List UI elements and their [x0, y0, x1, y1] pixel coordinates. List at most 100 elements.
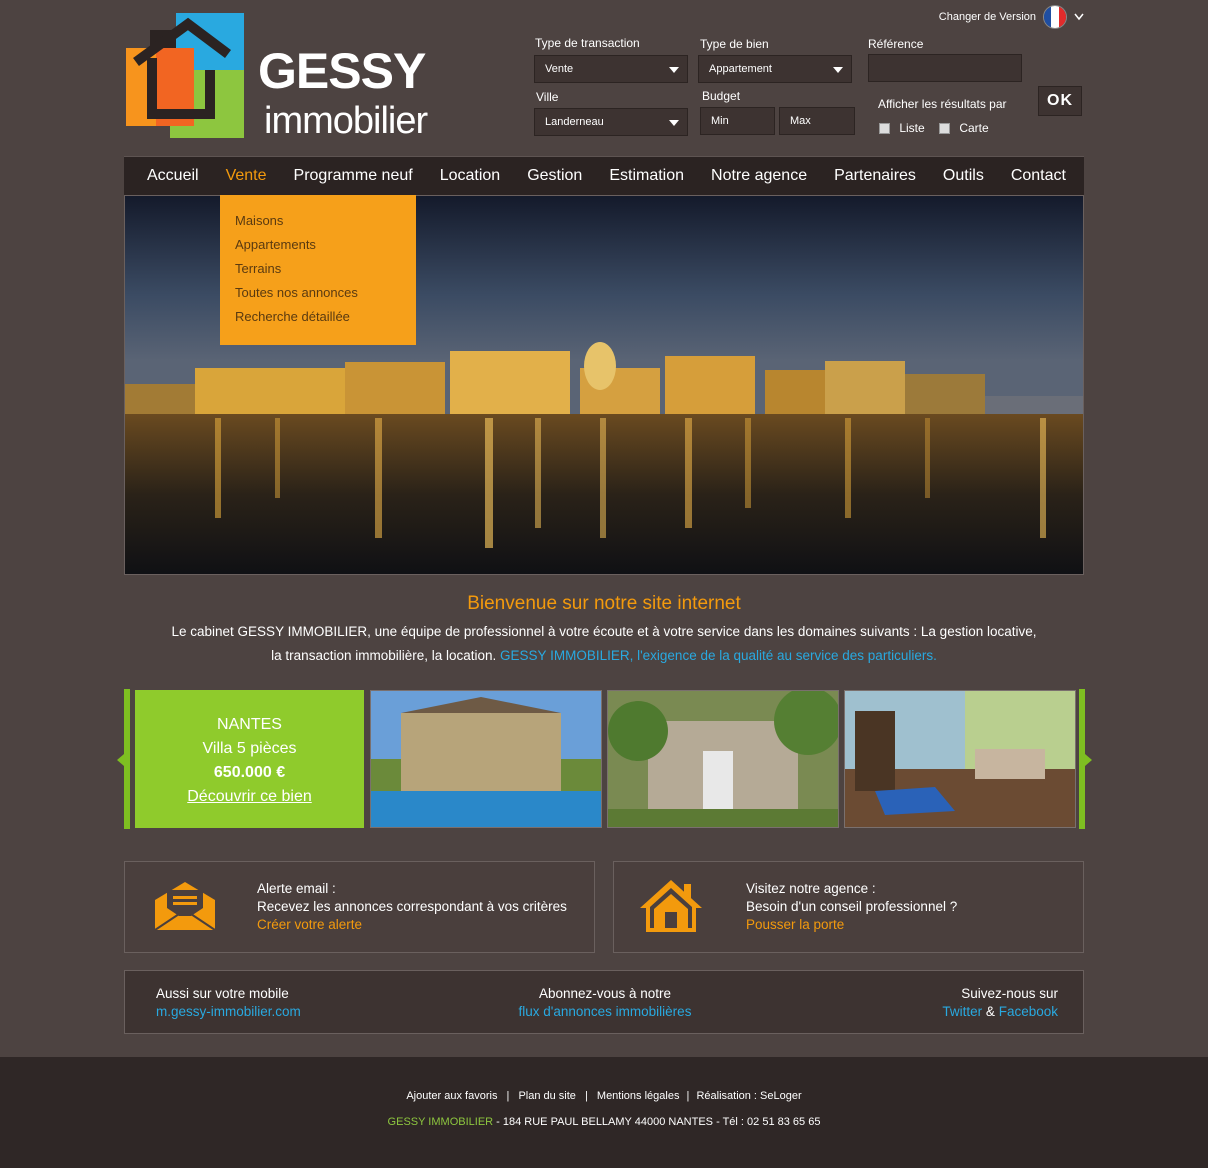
- budget-min-input[interactable]: Min: [700, 107, 775, 135]
- list-label: Liste: [899, 121, 925, 135]
- search-submit-button[interactable]: OK: [1038, 86, 1082, 116]
- social-amp: &: [985, 1004, 995, 1019]
- french-flag-icon: [1044, 6, 1066, 28]
- nav-item-outils[interactable]: Outils: [943, 167, 984, 185]
- site-logo[interactable]: GESSY immobilier: [124, 10, 436, 150]
- footer-link-favoris[interactable]: Ajouter aux favoris: [406, 1090, 497, 1102]
- welcome-title: Bienvenue sur notre site internet: [467, 593, 741, 614]
- transaction-type-value: Vente: [545, 63, 574, 75]
- welcome-slogan-link[interactable]: GESSY IMMOBILIER, l'exigence de la quali…: [500, 648, 937, 663]
- transaction-type-select[interactable]: Vente: [534, 55, 688, 83]
- nav-item-contact: Contact: [1010, 167, 1066, 184]
- property-type-select[interactable]: Appartement: [698, 55, 852, 83]
- welcome-line-1: Le cabinet GESSY IMMOBILIER, une équipe …: [171, 624, 1037, 639]
- reference-input[interactable]: [868, 54, 1022, 82]
- visit-agency-title: Visitez notre agence :: [746, 881, 876, 896]
- visit-agency-link[interactable]: Pousser la porte: [746, 916, 957, 934]
- dropdown-arrow-icon: [833, 67, 843, 73]
- transaction-type-label: Type de transaction: [535, 36, 640, 50]
- dropdown-item-appartements[interactable]: Appartements: [220, 237, 416, 261]
- email-alert-title: Alerte email :: [257, 881, 336, 896]
- logo-text-immobilier: immobilier: [264, 100, 428, 142]
- house-icon: [640, 880, 702, 932]
- nav-item-vente[interactable]: Vente: [226, 167, 267, 185]
- mobile-label: Aussi sur votre mobile: [156, 986, 289, 1001]
- map-view-option[interactable]: Carte: [939, 121, 989, 135]
- carousel-prev-arrow-icon[interactable]: [117, 754, 124, 766]
- main-nav: Accueil Vente Programme neuf Location Ge…: [124, 156, 1084, 195]
- email-alert-text: Alerte email : Recevez les annonces corr…: [257, 880, 567, 934]
- footer-separator: |: [506, 1090, 510, 1102]
- version-switcher[interactable]: Changer de Version: [939, 6, 1084, 28]
- welcome-text: Le cabinet GESSY IMMOBILIER, une équipe …: [0, 620, 1208, 668]
- chevron-down-icon: [1074, 13, 1084, 21]
- visit-agency-description: Besoin d'un conseil professionnel ?: [746, 899, 958, 914]
- bottom-info-bar: Aussi sur votre mobile m.gessy-immobilie…: [124, 970, 1084, 1034]
- featured-city: NANTES: [217, 716, 282, 733]
- featured-price: 650.000 €: [213, 764, 286, 781]
- dropdown-arrow-icon: [669, 67, 679, 73]
- carousel-next-arrow-icon[interactable]: [1085, 754, 1092, 766]
- rss-feed-link[interactable]: flux d'annonces immobilières: [455, 1003, 755, 1021]
- dropdown-item-terrains[interactable]: Terrains: [220, 261, 416, 285]
- property-thumb-living-room[interactable]: [844, 690, 1076, 828]
- rss-label: Abonnez-vous à notre: [538, 986, 672, 1001]
- social-links: Twitter & Facebook: [942, 1003, 1058, 1021]
- nav-item-accueil[interactable]: Accueil: [147, 167, 199, 185]
- display-results-label: Afficher les résultats par: [878, 97, 1007, 111]
- twitter-link[interactable]: Twitter: [942, 1004, 982, 1019]
- footer-address-text: - 184 RUE PAUL BELLAMY 44000 NANTES - Té…: [493, 1116, 821, 1128]
- property-type-label: Type de bien: [700, 37, 769, 51]
- footer-links: Ajouter aux favoris | Plan du site | Men…: [0, 1090, 1208, 1102]
- social-block: Suivez-nous sur Twitter & Facebook: [942, 985, 1058, 1021]
- facebook-link[interactable]: Facebook: [999, 1004, 1058, 1019]
- dropdown-item-toutes-annonces[interactable]: Toutes nos annonces: [220, 285, 416, 309]
- property-thumb-garden-cottage[interactable]: [607, 690, 839, 828]
- vente-dropdown-menu: Maisons Appartements Terrains Toutes nos…: [220, 195, 416, 345]
- featured-type: Villa 5 pièces: [202, 740, 297, 757]
- footer-link-plan[interactable]: Plan du site: [518, 1090, 575, 1102]
- footer-separator: |: [584, 1090, 588, 1102]
- dropdown-arrow-icon: [669, 120, 679, 126]
- mobile-site-link[interactable]: m.gessy-immobilier.com: [156, 1003, 301, 1021]
- featured-property-card[interactable]: NANTES Villa 5 pièces 650.000 € Découvri…: [135, 690, 364, 828]
- rss-block: Abonnez-vous à notre flux d'annonces imm…: [455, 985, 755, 1021]
- city-label: Ville: [536, 90, 559, 104]
- city-value: Landerneau: [545, 116, 604, 128]
- map-label: Carte: [959, 121, 989, 135]
- footer-separator: |: [686, 1090, 690, 1102]
- footer-company: GESSY IMMOBILIER: [387, 1116, 494, 1128]
- footer-link-mentions[interactable]: Mentions légales: [597, 1090, 680, 1102]
- list-view-option[interactable]: Liste: [879, 121, 925, 135]
- nav-item-programme-neuf[interactable]: Programme neuf: [294, 167, 413, 185]
- list-checkbox[interactable]: [879, 123, 890, 135]
- create-alert-link[interactable]: Créer votre alerte: [257, 916, 567, 934]
- dropdown-item-maisons[interactable]: Maisons: [220, 213, 416, 237]
- nav-item-gestion[interactable]: Gestion: [527, 167, 582, 185]
- property-thumb-stone-house-pool[interactable]: [370, 690, 602, 828]
- footer: [0, 1057, 1208, 1168]
- nav-item-partenaires[interactable]: Partenaires: [834, 167, 916, 185]
- logo-house-icon: [126, 13, 244, 138]
- carousel-left-bar: [124, 689, 130, 829]
- visit-agency-box: Visitez notre agence : Besoin d'un conse…: [613, 861, 1084, 953]
- city-select[interactable]: Landerneau: [534, 108, 688, 136]
- envelope-icon: [154, 882, 216, 931]
- budget-max-input[interactable]: Max: [779, 107, 855, 135]
- dropdown-item-recherche-detaillee[interactable]: Recherche détaillée: [220, 309, 416, 333]
- budget-label: Budget: [702, 89, 741, 103]
- nav-item-notre-agence[interactable]: Notre agence: [711, 167, 807, 185]
- logo-text-gessy: GESSY: [258, 43, 426, 99]
- nav-item-location[interactable]: Location: [440, 167, 501, 185]
- version-label: Changer de Version: [938, 11, 1036, 23]
- map-checkbox[interactable]: [939, 123, 950, 135]
- reference-label: Référence: [868, 37, 924, 51]
- social-label: Suivez-nous sur: [961, 986, 1058, 1001]
- visit-agency-text: Visitez notre agence : Besoin d'un conse…: [746, 880, 957, 934]
- mobile-block: Aussi sur votre mobile m.gessy-immobilie…: [156, 985, 301, 1021]
- featured-discover-link[interactable]: Découvrir ce bien: [135, 785, 364, 809]
- footer-link-realisation[interactable]: Réalisation : SeLoger: [696, 1090, 801, 1102]
- welcome-line-2-text: la transaction immobilière, la location.: [271, 648, 497, 663]
- property-type-value: Appartement: [709, 63, 772, 75]
- nav-item-estimation[interactable]: Estimation: [609, 167, 684, 185]
